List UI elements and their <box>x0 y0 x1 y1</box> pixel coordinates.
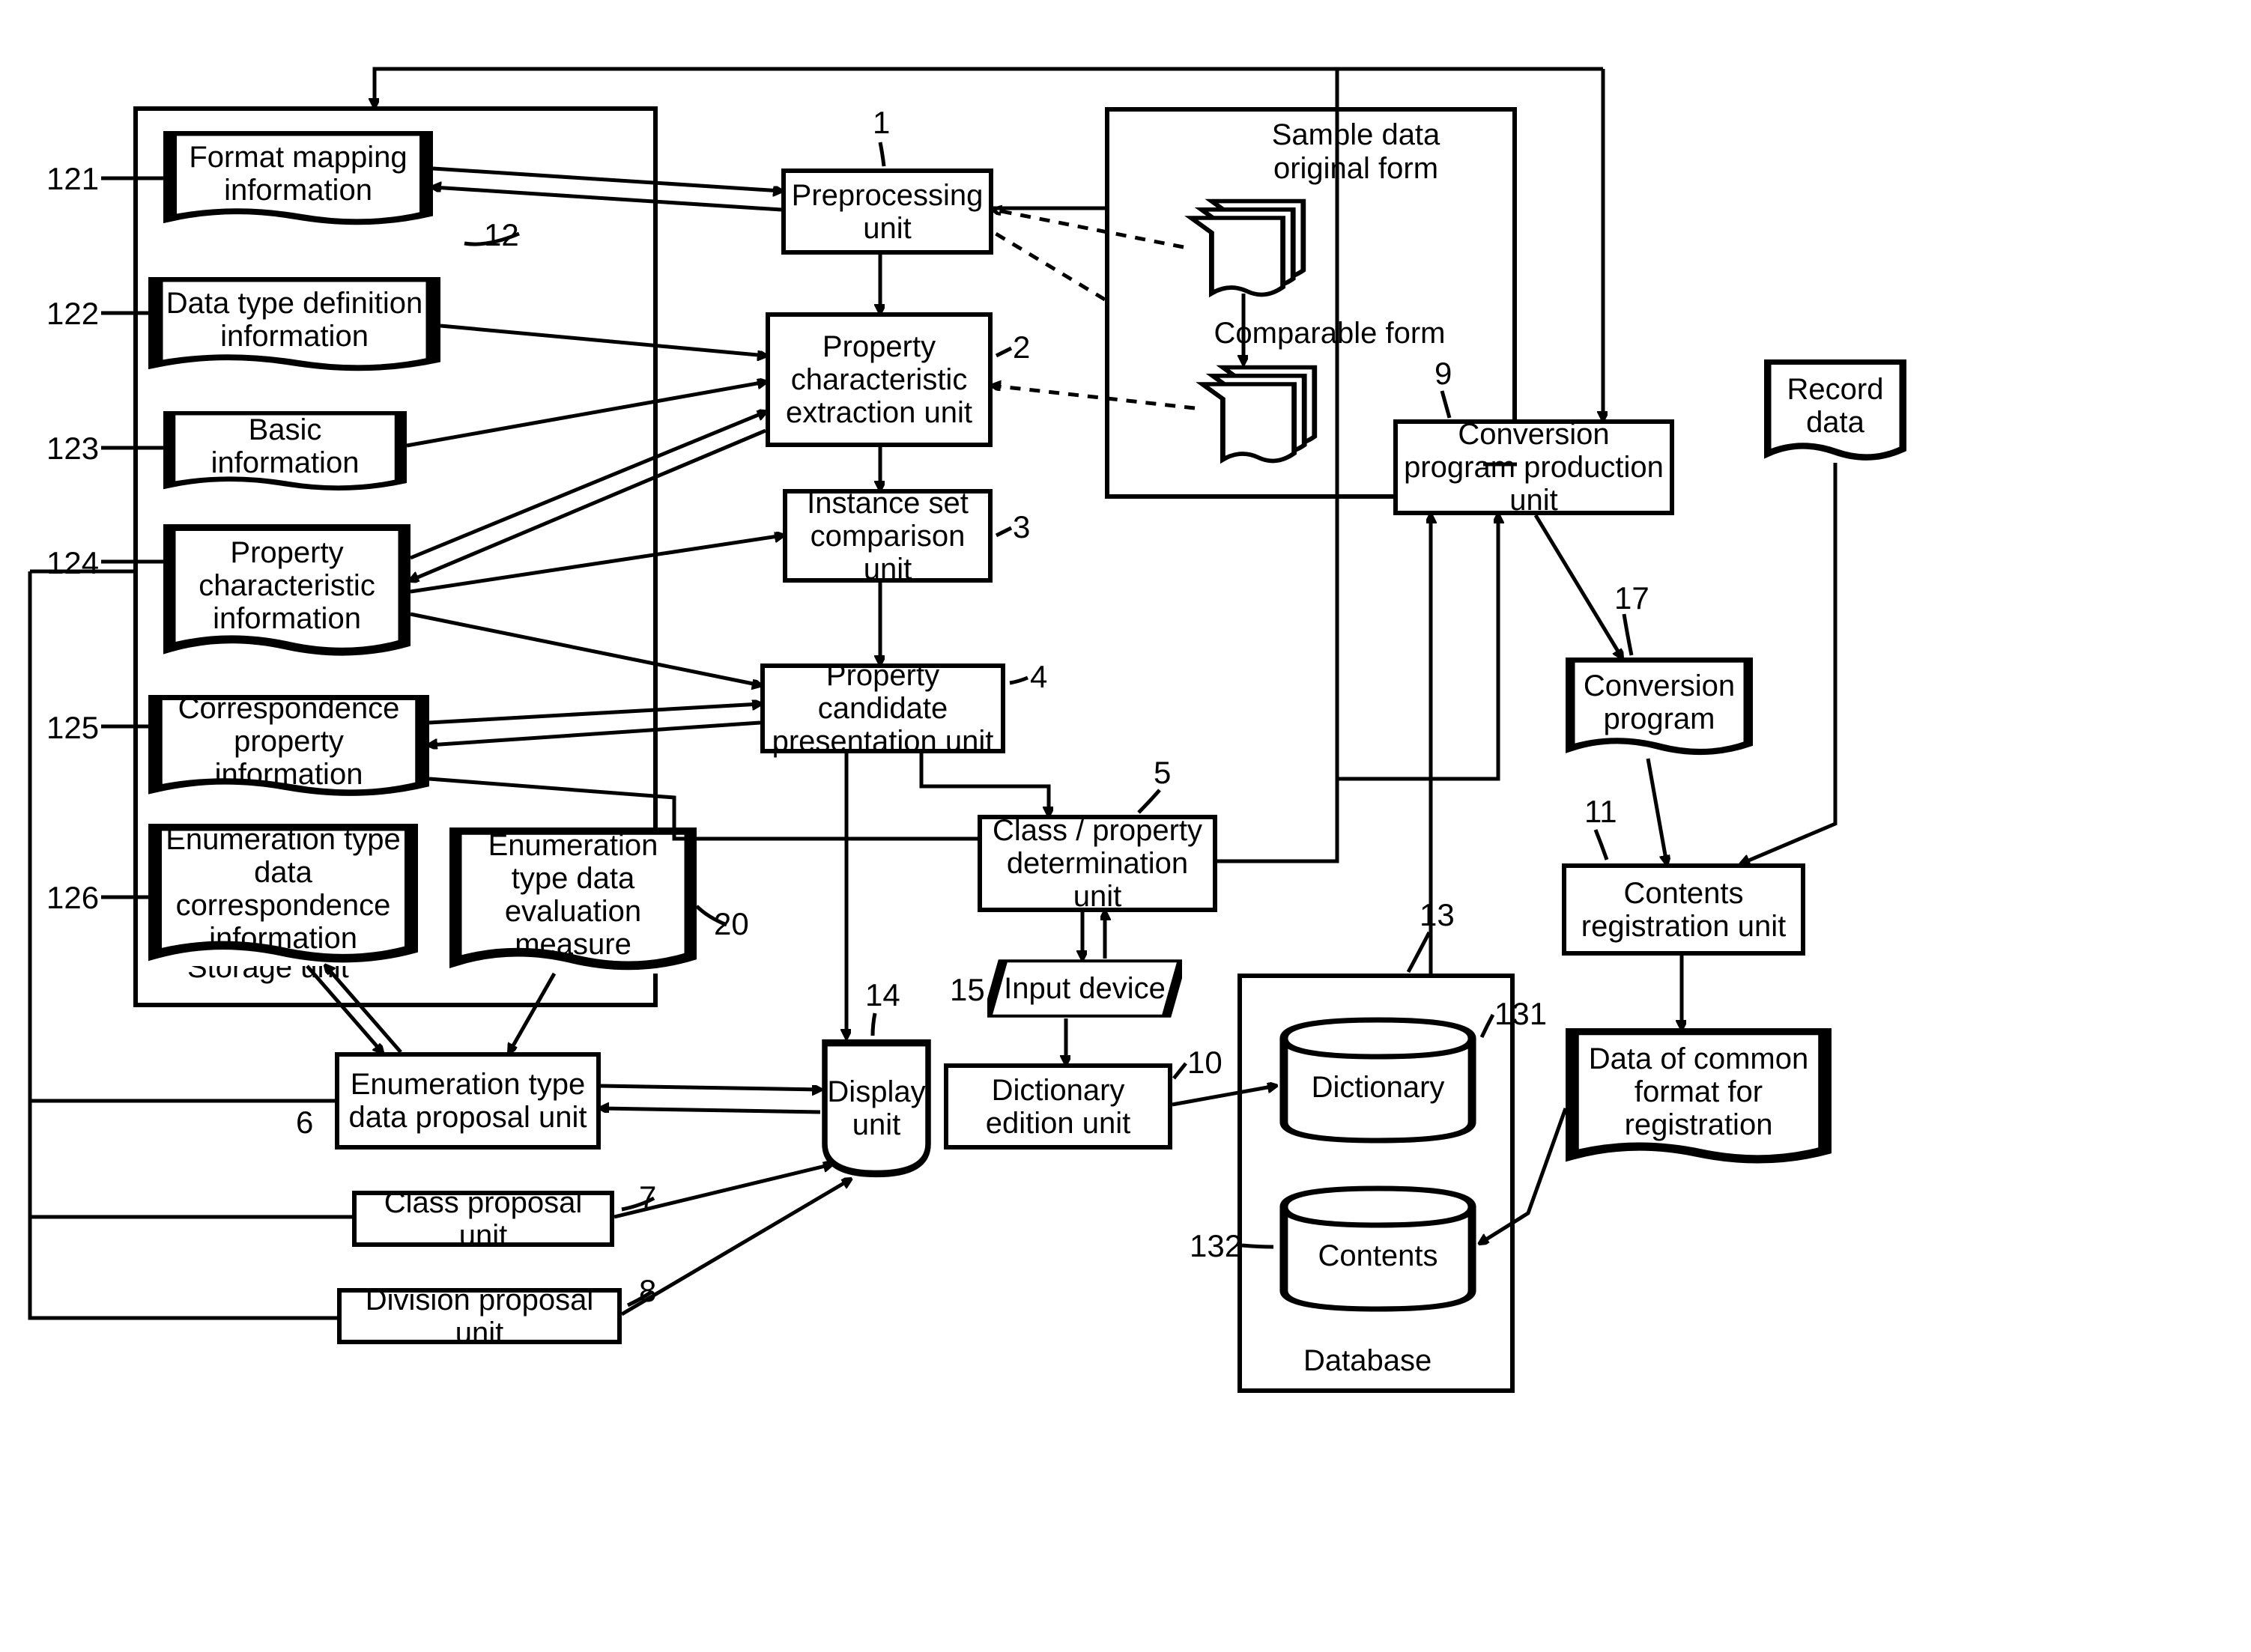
instance-set-comparison-unit: Instance set comparison unit <box>783 489 993 583</box>
box-text: Display unit <box>820 1075 933 1141</box>
ref-122: 122 <box>46 296 99 332</box>
doc-basic-info: Basic information <box>163 411 407 494</box>
doc-correspondence: Correspondence property information <box>148 695 429 800</box>
property-candidate-presentation-unit: Property candidate presentation unit <box>760 663 1005 753</box>
dictionary-cylinder: Dictionary <box>1276 1015 1480 1146</box>
display-unit: Display unit <box>820 1037 933 1179</box>
ref-8: 8 <box>639 1273 656 1309</box>
contents-cylinder: Contents <box>1276 1183 1480 1314</box>
box-text: Instance set comparison unit <box>793 487 982 586</box>
data-common-format: Data of common format for registration <box>1566 1028 1832 1167</box>
property-char-extraction-unit: Property characteristic extraction unit <box>766 312 993 447</box>
ref-11: 11 <box>1584 794 1617 830</box>
ref-5: 5 <box>1154 755 1171 791</box>
sample-original-label: Sample data original form <box>1258 118 1453 186</box>
doc-enum-corr: Enumeration type data correspondence inf… <box>148 824 418 966</box>
ref-7: 7 <box>639 1179 656 1215</box>
ref-126: 126 <box>46 880 99 916</box>
doc-format-mapping: Format mapping information <box>163 131 433 228</box>
box-text: Property candidate presentation unit <box>771 659 995 758</box>
ref-20: 20 <box>714 906 749 942</box>
ref-1: 1 <box>873 105 890 141</box>
ref-131: 131 <box>1494 996 1547 1032</box>
conversion-program: Conversion program <box>1566 658 1753 759</box>
doc-data-type-def: Data type definition information <box>148 277 440 374</box>
box-text: Class proposal unit <box>363 1186 604 1252</box>
contents-registration-unit: Contents registration unit <box>1562 863 1805 956</box>
box-text: Property characteristic extraction unit <box>776 330 982 429</box>
doc-text: Data of common format for registration <box>1575 1042 1823 1141</box>
ref-123: 123 <box>46 431 99 467</box>
cyl-text: Dictionary <box>1312 1071 1445 1104</box>
dictionary-edition-unit: Dictionary edition unit <box>944 1063 1172 1150</box>
box-text: Contents registration unit <box>1572 877 1795 943</box>
ref-124: 124 <box>46 545 99 581</box>
sample-comparable-label: Comparable form <box>1214 317 1446 350</box>
box-text: Dictionary edition unit <box>954 1074 1162 1140</box>
input-device: Input device <box>987 959 1182 1018</box>
stacked-docs-icon <box>1184 197 1311 302</box>
conversion-program-production-unit: Conversion program production unit <box>1393 419 1674 515</box>
ref-15: 15 <box>950 972 985 1008</box>
class-property-determination-unit: Class / property determination unit <box>978 815 1217 912</box>
stacked-docs-icon <box>1195 363 1322 468</box>
doc-text: Format mapping information <box>172 141 424 207</box>
ref-17: 17 <box>1614 580 1649 616</box>
ref-14: 14 <box>865 977 900 1013</box>
doc-enum-eval: Enumeration type data evaluation measure <box>449 827 697 974</box>
database-label: Database <box>1303 1344 1432 1378</box>
doc-text: Correspondence property information <box>157 692 420 791</box>
ref-13: 13 <box>1420 897 1455 933</box>
doc-text: Enumeration type data correspondence inf… <box>157 823 409 955</box>
enum-data-proposal-unit: Enumeration type data proposal unit <box>335 1052 601 1150</box>
preprocessing-unit: Preprocessing unit <box>781 168 993 255</box>
ref-10: 10 <box>1187 1045 1223 1081</box>
ref-125: 125 <box>46 710 99 746</box>
doc-text: Enumeration type data evaluation measure <box>458 829 688 961</box>
ref-132: 132 <box>1190 1228 1242 1264</box>
doc-text: Record data <box>1773 373 1897 439</box>
doc-property-char: Property characteristic information <box>163 524 410 659</box>
division-proposal-unit: Division proposal unit <box>337 1288 622 1344</box>
cyl-text: Contents <box>1318 1239 1437 1272</box>
class-proposal-unit: Class proposal unit <box>352 1191 614 1247</box>
box-text: Preprocessing unit <box>792 179 984 245</box>
box-text: Conversion program production unit <box>1404 418 1664 517</box>
box-text: Class / property determination unit <box>988 814 1207 913</box>
ref-4: 4 <box>1030 659 1047 695</box>
doc-text: Property characteristic information <box>172 536 402 635</box>
ref-9: 9 <box>1434 356 1452 392</box>
ref-12: 12 <box>484 217 519 253</box>
record-data: Record data <box>1764 359 1906 464</box>
doc-text: Conversion program <box>1575 669 1744 735</box>
doc-text: Basic information <box>172 413 398 479</box>
ref-2: 2 <box>1013 330 1030 365</box>
ref-121: 121 <box>46 161 99 197</box>
box-text: Division proposal unit <box>348 1284 611 1349</box>
doc-text: Data type definition information <box>157 287 431 353</box>
box-text: Enumeration type data proposal unit <box>345 1068 590 1134</box>
ref-3: 3 <box>1013 509 1030 545</box>
box-text: Input device <box>1004 972 1166 1005</box>
ref-6: 6 <box>296 1105 313 1141</box>
